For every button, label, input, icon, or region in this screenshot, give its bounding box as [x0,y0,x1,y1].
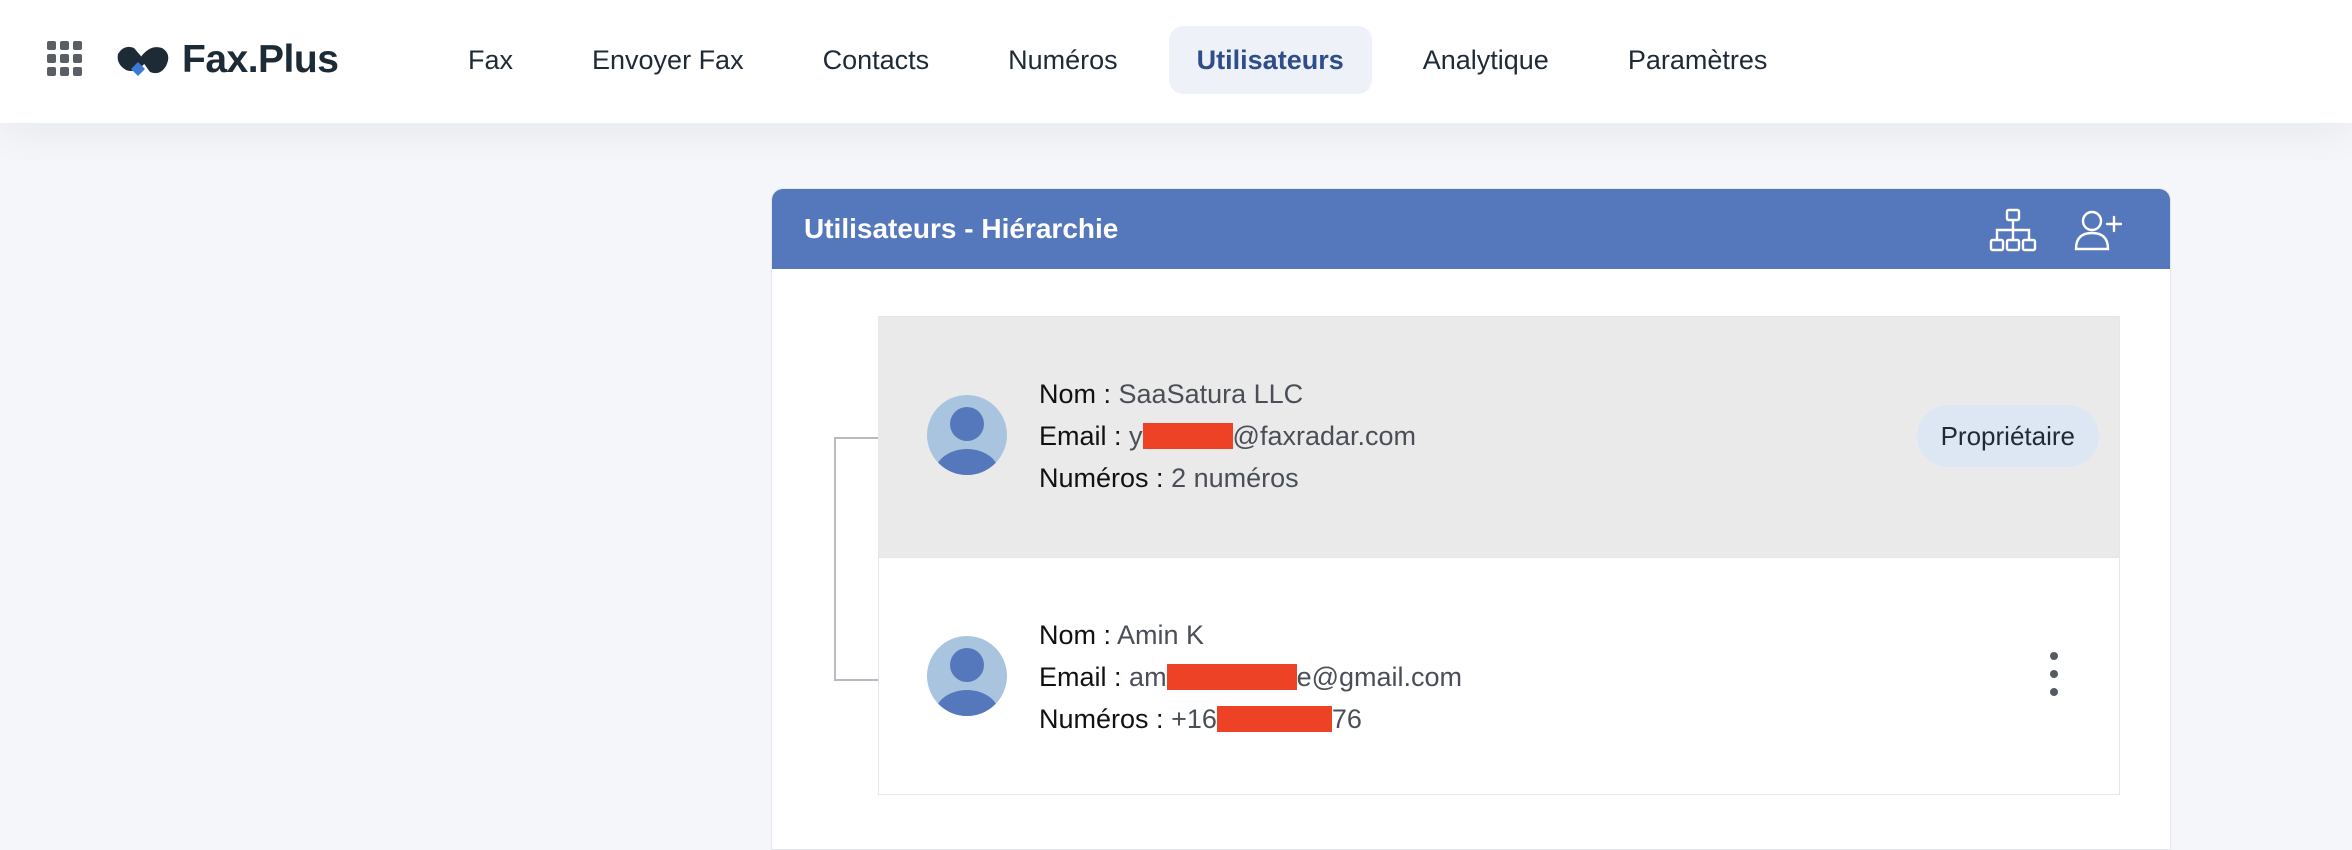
name-label: Nom : [1039,379,1112,409]
top-navbar: Fax.Plus Fax Envoyer Fax Contacts Numéro… [0,0,2352,123]
user-info: Nom : Amin K Email : am e@gmail.com Numér… [1039,614,1462,740]
user-info: Nom : SaaSatura LLC Email : y @faxradar.c… [1039,373,1416,499]
email-label: Email : [1039,662,1122,692]
avatar-icon [927,395,1007,475]
nav-item-numbers[interactable]: Numéros [980,26,1146,94]
nav-item-analytics[interactable]: Analytique [1395,26,1577,94]
user-row-owner[interactable]: Nom : SaaSatura LLC Email : y @faxradar.c… [878,316,2120,558]
panel-title: Utilisateurs - Hiérarchie [804,213,1119,244]
hierarchy-icon[interactable] [1988,205,2038,255]
email-suffix: @faxradar.com [1232,421,1417,451]
user-numbers: 2 numéros [1171,463,1299,493]
nav-item-fax[interactable]: Fax [440,26,541,94]
main-nav: Fax Envoyer Fax Contacts Numéros Utilisa… [440,25,1818,95]
brand-name: Fax.Plus [182,38,339,81]
nav-item-settings[interactable]: Paramètres [1600,26,1796,94]
fax-plus-logo-icon [117,46,169,76]
user-row-member[interactable]: Nom : Amin K Email : am e@gmail.com Numér… [878,557,2120,795]
redaction-block [1142,422,1233,449]
nav-item-contacts[interactable]: Contacts [795,26,958,94]
user-name-line: Nom : Amin K [1039,614,1462,656]
email-prefix: y [1129,421,1143,451]
user-email-line: Email : y @faxradar.com [1039,415,1416,457]
numbers-label: Numéros : [1039,463,1164,493]
users-hierarchy-panel: Utilisateurs - Hiérarchie Nom : SaaSatur… [771,188,2171,850]
user-name: SaaSatura LLC [1118,379,1304,409]
numbers-suffix: 76 [1331,704,1362,734]
user-email-line: Email : am e@gmail.com [1039,656,1462,698]
hierarchy-connector [834,437,880,681]
redaction-block [1216,705,1332,732]
user-numbers-line: Numéros : 2 numéros [1039,457,1416,499]
nav-item-users[interactable]: Utilisateurs [1168,26,1372,94]
more-options-icon[interactable] [2043,652,2063,696]
redaction-block [1166,663,1297,690]
brand-logo[interactable]: Fax.Plus [114,36,339,84]
user-name-line: Nom : SaaSatura LLC [1039,373,1416,415]
email-prefix: am [1129,662,1167,692]
role-badge: Propriétaire [1916,405,2099,467]
avatar-icon [927,636,1007,716]
email-suffix: e@gmail.com [1296,662,1463,692]
user-name: Amin K [1117,620,1205,650]
add-user-icon[interactable] [2072,205,2122,255]
numbers-prefix: +16 [1171,704,1217,734]
numbers-label: Numéros : [1039,704,1164,734]
apps-grid-icon[interactable] [47,41,83,77]
name-label: Nom : [1039,620,1112,650]
user-numbers-line: Numéros : +16 76 [1039,698,1462,740]
email-label: Email : [1039,421,1122,451]
panel-header: Utilisateurs - Hiérarchie [772,189,2170,269]
nav-item-send-fax[interactable]: Envoyer Fax [564,26,772,94]
